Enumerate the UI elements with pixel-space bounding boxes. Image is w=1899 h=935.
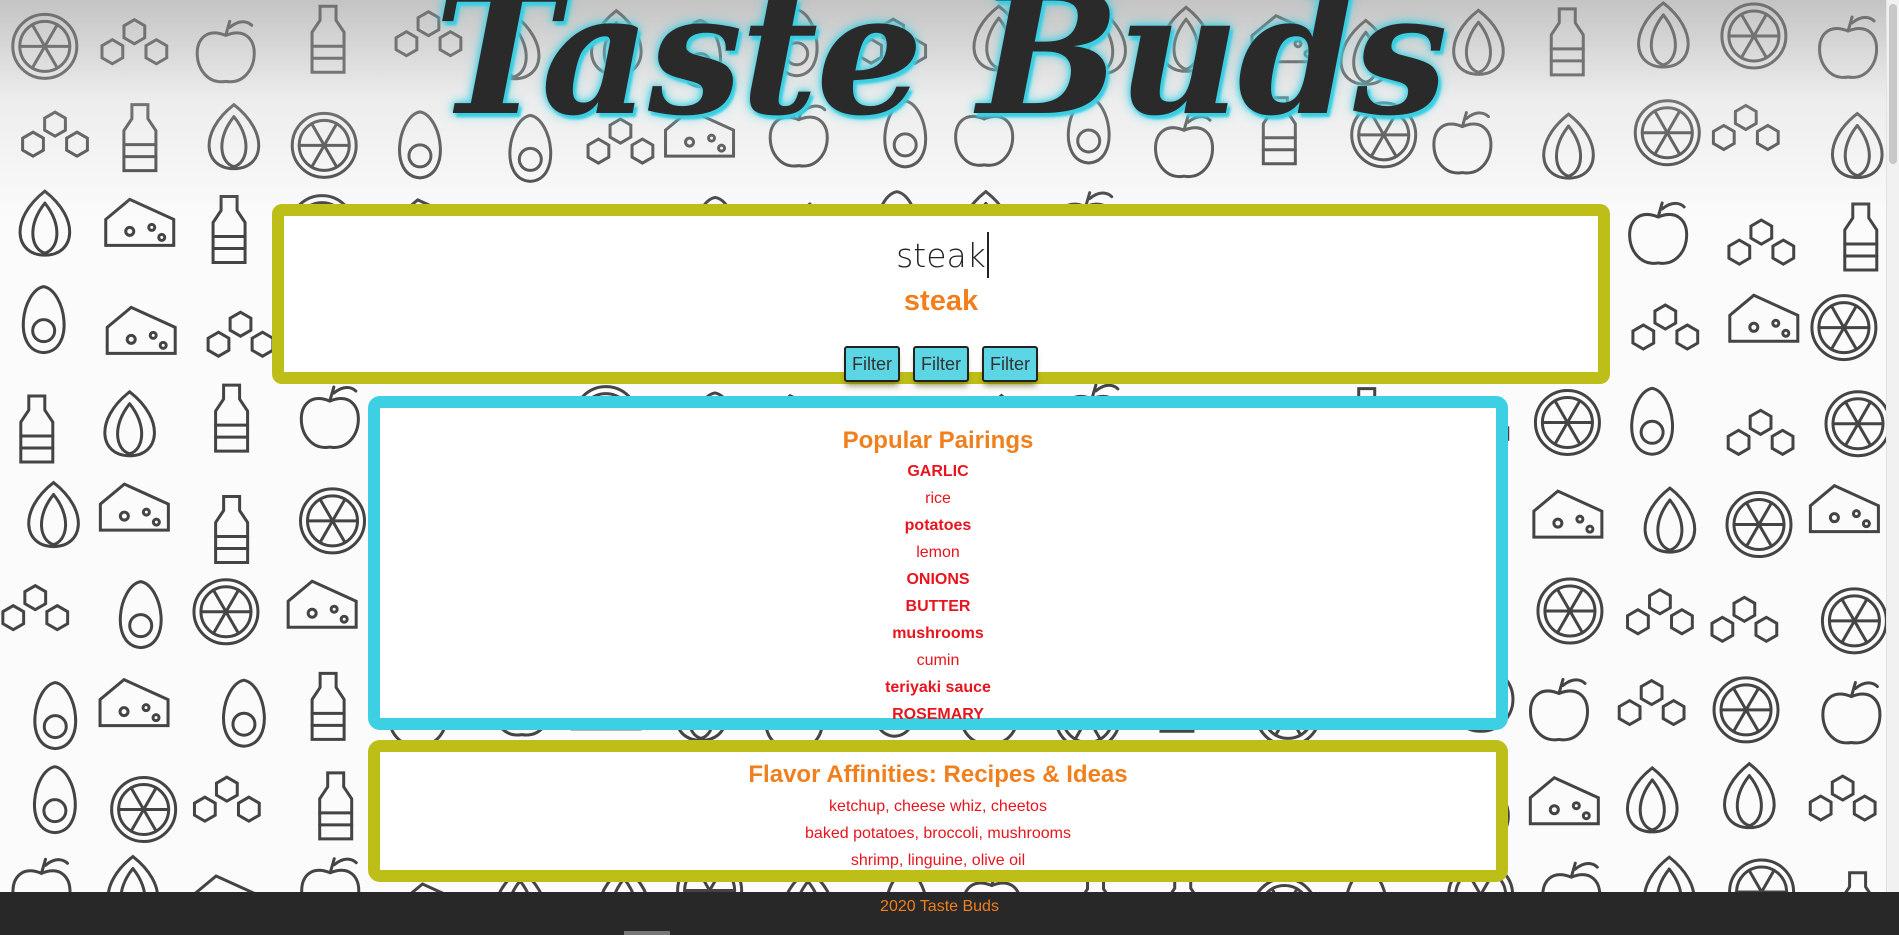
footer-copyright: 2020 Taste Buds: [880, 898, 999, 915]
affinity-item[interactable]: ketchup, cheese whiz, cheetos: [380, 793, 1496, 820]
page-footer: 2020 Taste Buds: [0, 892, 1899, 935]
pairing-item[interactable]: cumin: [380, 647, 1496, 674]
pairings-list: GARLIC rice potatoes lemon ONIONS BUTTER…: [380, 458, 1496, 728]
pairings-title: Popular Pairings: [842, 427, 1034, 454]
pairing-item[interactable]: BUTTER: [380, 593, 1496, 620]
pairing-item[interactable]: lemon: [380, 539, 1496, 566]
affinity-item[interactable]: shrimp, linguine, olive oil: [380, 847, 1496, 874]
text-caret: [987, 232, 989, 278]
search-panel: steak Filter Filter Filter: [272, 204, 1610, 384]
site-logo[interactable]: Taste Buds: [0, 0, 1880, 138]
filter-button-3[interactable]: Filter: [982, 346, 1038, 382]
filter-button-1[interactable]: Filter: [844, 346, 900, 382]
pairing-item[interactable]: GARLIC: [380, 458, 1496, 485]
pairing-item[interactable]: rice: [380, 485, 1496, 512]
footer-handle: [624, 931, 670, 935]
pairing-item[interactable]: mushrooms: [380, 620, 1496, 647]
filter-button-group: Filter Filter Filter: [284, 346, 1598, 382]
affinity-item[interactable]: baked potatoes, broccoli, mushrooms: [380, 820, 1496, 847]
search-result-heading: steak: [903, 285, 979, 317]
pairing-item[interactable]: ROSEMARY: [380, 701, 1496, 728]
filter-button-2[interactable]: Filter: [913, 346, 969, 382]
ingredient-search-input[interactable]: [284, 232, 1598, 278]
page-scrollbar[interactable]: [1886, 0, 1899, 892]
pairing-item[interactable]: teriyaki sauce: [380, 674, 1496, 701]
pairing-item[interactable]: ONIONS: [380, 566, 1496, 593]
flavor-affinities-panel: Flavor Affinities: Recipes & Ideas ketch…: [368, 740, 1508, 882]
pairing-item[interactable]: potatoes: [380, 512, 1496, 539]
popular-pairings-panel: Popular Pairings GARLIC rice potatoes le…: [368, 396, 1508, 730]
scrollbar-thumb[interactable]: [1889, 4, 1897, 164]
affinities-title: Flavor Affinities: Recipes & Ideas: [748, 761, 1128, 788]
affinities-list: ketchup, cheese whiz, cheetos baked pota…: [380, 793, 1496, 874]
